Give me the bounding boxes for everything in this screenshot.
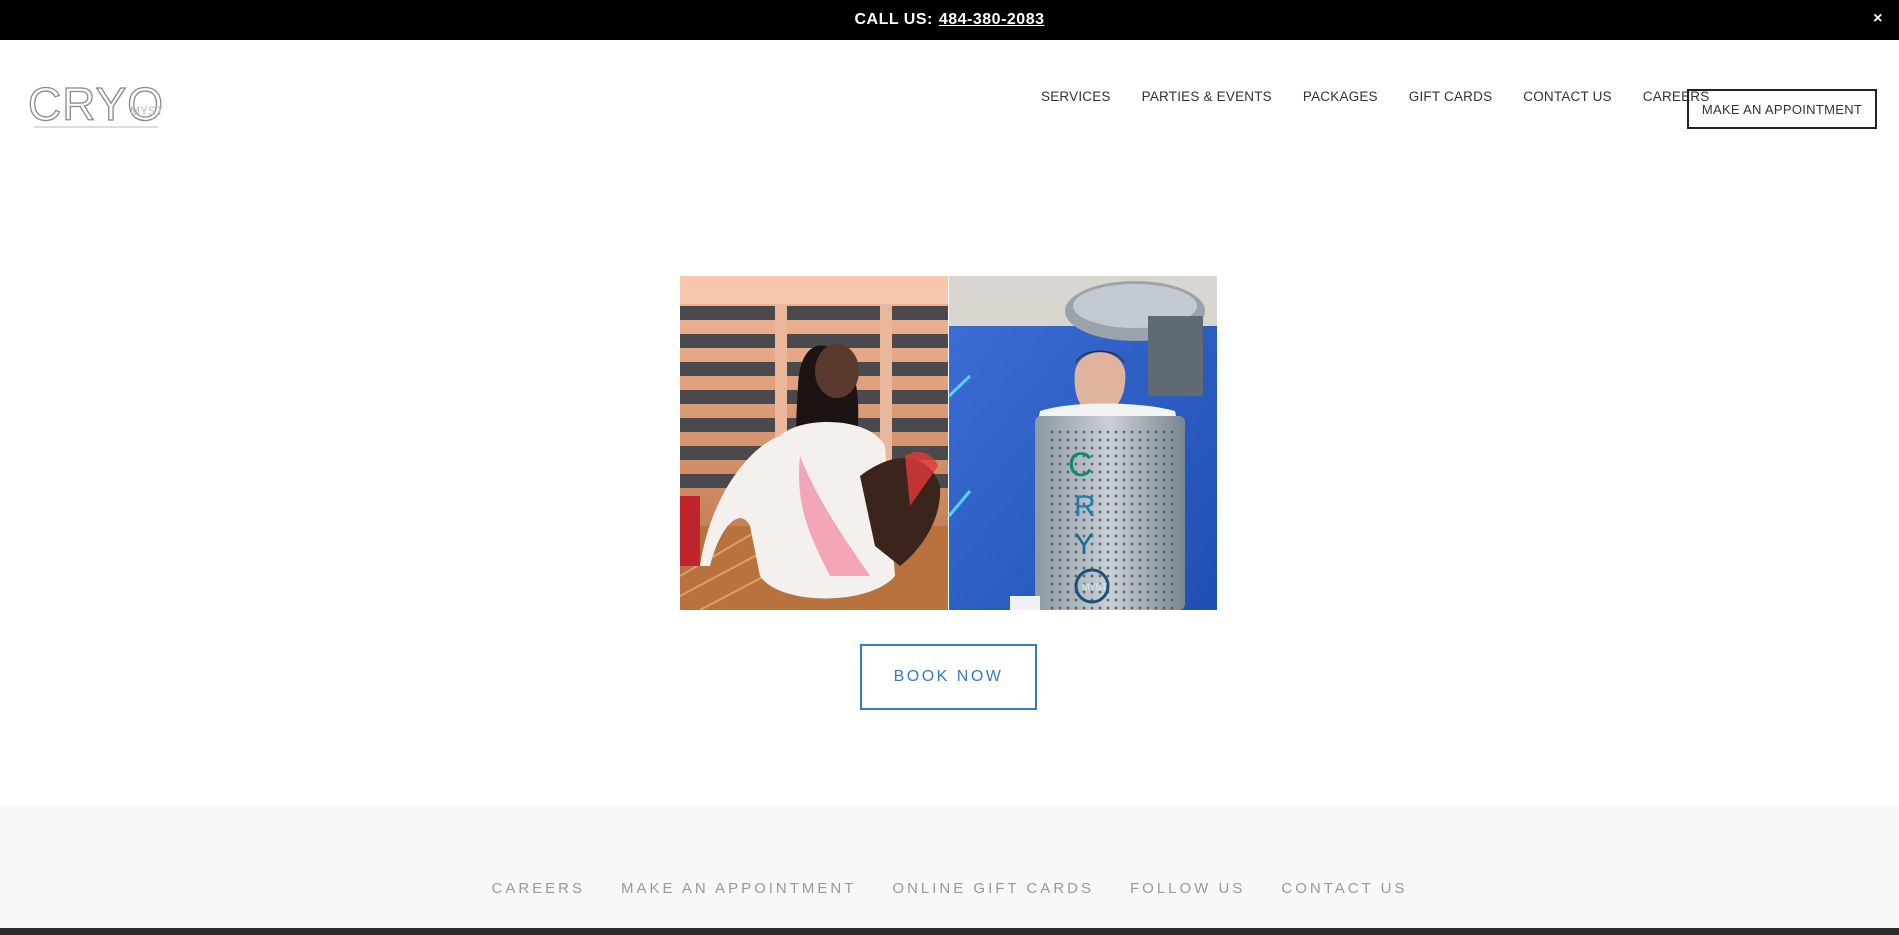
sauna-photo [680, 276, 948, 610]
cryo-chamber-photo: C R Y MYST [947, 276, 1217, 610]
logo[interactable]: CRYO MYST [28, 82, 173, 132]
phone-link[interactable]: 484-380-2083 [939, 11, 1045, 29]
main-nav: SERVICES PARTIES & EVENTS PACKAGES GIFT … [1041, 89, 1740, 104]
make-appointment-button[interactable]: MAKE AN APPOINTMENT [1687, 89, 1877, 129]
book-now-button[interactable]: BOOK NOW [860, 644, 1037, 710]
nav-item-parties-events[interactable]: PARTIES & EVENTS [1142, 89, 1272, 104]
nav-item-services[interactable]: SERVICES [1041, 89, 1111, 104]
chamber-logo-y: Y [1074, 528, 1094, 561]
chamber-logo-r: R [1074, 490, 1096, 523]
footer-link-contact-us[interactable]: CONTACT US [1281, 880, 1407, 897]
chamber-logo-sub: MYST [1082, 582, 1108, 592]
bottom-strip [0, 928, 1899, 935]
nav-item-contact-us[interactable]: CONTACT US [1523, 89, 1612, 104]
call-us-label: CALL US: [854, 11, 933, 28]
footer-link-online-gift-cards[interactable]: ONLINE GIFT CARDS [892, 880, 1094, 897]
logo-subtext: MYST [130, 104, 164, 118]
hero-image: C R Y MYST [680, 276, 1217, 610]
footer-link-careers[interactable]: CAREERS [492, 880, 586, 897]
nav-item-gift-cards[interactable]: GIFT CARDS [1409, 89, 1493, 104]
footer-link-follow-us[interactable]: FOLLOW US [1130, 880, 1245, 897]
nav-item-packages[interactable]: PACKAGES [1303, 89, 1378, 104]
footer [0, 806, 1899, 928]
close-icon[interactable]: × [1873, 10, 1883, 28]
announcement-bar: CALL US: 484-380-2083 × [0, 0, 1899, 40]
chamber-logo-c: C [1068, 446, 1093, 484]
footer-links: CAREERS MAKE AN APPOINTMENT ONLINE GIFT … [0, 880, 1899, 897]
footer-link-make-appointment[interactable]: MAKE AN APPOINTMENT [621, 880, 856, 897]
